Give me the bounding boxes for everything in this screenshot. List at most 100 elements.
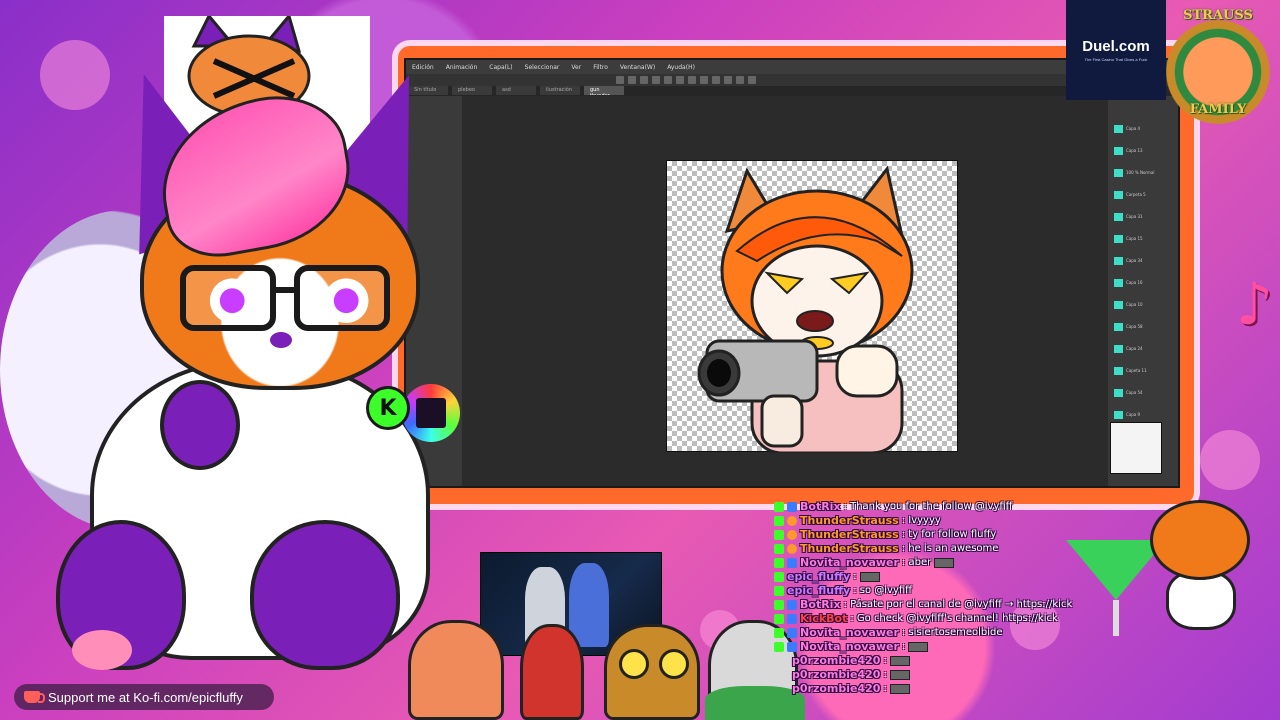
fox-nose — [270, 332, 292, 348]
tool-icon[interactable] — [652, 76, 660, 84]
glasses-lens-right — [294, 265, 390, 331]
badge-bottom-text: FAMILY — [1189, 102, 1247, 117]
kick-badge-icon — [774, 641, 784, 652]
chat-message: p0rzombie420 : — [792, 682, 910, 695]
layer-row[interactable]: 100 % Normal — [1114, 168, 1172, 177]
kick-badge-icon — [774, 571, 784, 582]
menu-item-window[interactable]: Ventana(W) — [620, 64, 655, 71]
chat-emote-icon — [889, 683, 910, 694]
sub-badge-icon — [787, 529, 797, 540]
tool-icon[interactable] — [688, 76, 696, 84]
layer-row[interactable]: Capa 54 — [1114, 388, 1172, 397]
drawing-canvas[interactable] — [666, 160, 958, 455]
sponsor-tagline: The First Casino That Gives a Fuck — [1084, 57, 1148, 62]
chat-username: ThunderStrauss — [800, 514, 899, 527]
chat-message: epic_fluffy : — [774, 570, 880, 583]
layer-name: Capa 16 — [1126, 280, 1143, 285]
layer-thumb — [1114, 366, 1123, 375]
layer-row[interactable]: Capa 16 — [1114, 278, 1172, 287]
fox-arm — [160, 380, 240, 470]
chat-text: : sisiertosemeolbide — [901, 627, 1003, 638]
layer-row[interactable]: Capa 10 — [1114, 300, 1172, 309]
tool-icon[interactable] — [664, 76, 672, 84]
kick-badge-icon — [774, 543, 784, 554]
chat-username: p0rzombie420 — [792, 654, 881, 667]
chat-message: ThunderStrauss : ty for follow fluffy — [774, 528, 996, 541]
chat-text: : — [901, 641, 906, 652]
layer-name: Capa 34 — [1126, 258, 1143, 263]
mod-badge-icon — [787, 501, 797, 512]
menu-item-animation[interactable]: Animación — [446, 64, 478, 71]
chat-message: BotRix : Thank you for the follow @ivyfi… — [774, 500, 1013, 513]
tool-icon[interactable] — [748, 76, 756, 84]
layer-row[interactable]: Carpeta 5 — [1114, 190, 1172, 199]
menu-item-help[interactable]: Ayuda(H) — [667, 64, 695, 71]
tool-icon[interactable] — [724, 76, 732, 84]
stream-overlay: { "drawing_app": { "menu": ["Edición", "… — [0, 0, 1280, 720]
mod-badge-icon — [787, 557, 797, 568]
layer-thumb — [1114, 322, 1123, 331]
layer-name: Capa 10 — [1126, 302, 1143, 307]
tab-document-active[interactable]: gun thunder — [584, 86, 624, 95]
tool-icon[interactable] — [640, 76, 648, 84]
chat-text: : Go check @ivyfiff's channel! https://k… — [850, 613, 1058, 624]
layer-row[interactable]: Capa 58 — [1114, 322, 1172, 331]
layer-thumb — [1114, 212, 1123, 221]
layer-name: Capeta 11 — [1126, 368, 1147, 373]
kick-badge-icon — [774, 529, 784, 540]
kick-badge-icon — [774, 627, 784, 638]
menu-item-select[interactable]: Seleccionar — [525, 64, 560, 71]
tool-icon[interactable] — [712, 76, 720, 84]
kick-badge-icon — [774, 501, 784, 512]
chat-message: p0rzombie420 : — [792, 654, 910, 667]
tab-document[interactable]: ilustración — [540, 86, 580, 95]
chat-text: : aber — [901, 557, 932, 568]
chat-username: Novita_novawer — [800, 640, 899, 653]
layer-thumb — [1114, 344, 1123, 353]
layer-row[interactable]: Capa 34 — [1114, 256, 1172, 265]
layer-row[interactable]: Capa 13 — [1114, 146, 1172, 155]
kick-badge-icon — [774, 557, 784, 568]
chat-message: epic_fluffy : so @ivyfiff — [774, 584, 912, 597]
chat-text: : Thank you for the follow @ivyfiff — [843, 501, 1013, 512]
navigator-thumbnail[interactable] — [1110, 422, 1162, 474]
layer-row[interactable]: Capa 24 — [1114, 344, 1172, 353]
chat-message: ThunderStrauss : Ivyyyy — [774, 514, 941, 527]
chat-username: ThunderStrauss — [800, 542, 899, 555]
tool-icon[interactable] — [676, 76, 684, 84]
layer-row[interactable]: Capeta 11 — [1114, 366, 1172, 375]
kofi-text: Support me at Ko-fi.com/epicfluffy — [48, 689, 243, 705]
layer-name: Capa 15 — [1126, 236, 1143, 241]
mod-badge-icon — [787, 599, 797, 610]
menu-item-edit[interactable]: Edición — [412, 64, 434, 71]
kick-badge-icon — [774, 515, 784, 526]
layer-row[interactable]: Capa 4 — [1114, 124, 1172, 133]
cam-figure-blue — [569, 563, 609, 647]
chat-message: ThunderStrauss : he is an awesome — [774, 542, 998, 555]
menu-item-layer[interactable]: Capa(L) — [489, 64, 512, 71]
chat-text: : so @ivyfiff — [853, 585, 913, 596]
tab-document[interactable]: asd — [496, 86, 536, 95]
tool-icon[interactable] — [700, 76, 708, 84]
menu-item-filter[interactable]: Filtro — [593, 64, 608, 71]
tool-icon[interactable] — [616, 76, 624, 84]
layer-thumb — [1114, 278, 1123, 287]
glasses-lens-left — [180, 265, 276, 331]
layer-row[interactable]: Capa 15 — [1114, 234, 1172, 243]
tool-icon[interactable] — [628, 76, 636, 84]
menu-item-view[interactable]: Ver — [571, 64, 581, 71]
chat-message: Novita_novawer : sisiertosemeolbide — [774, 626, 1003, 639]
kick-badge-icon — [774, 599, 784, 610]
layer-thumb — [1114, 190, 1123, 199]
tool-icon[interactable] — [736, 76, 744, 84]
layer-name: 100 % Normal — [1126, 170, 1155, 175]
badge-top-text: STRAUSS — [1183, 8, 1253, 23]
chat-text: : — [883, 655, 887, 666]
kofi-support-banner[interactable]: Support me at Ko-fi.com/epicfluffy — [14, 684, 274, 710]
chat-text: : ty for follow fluffy — [901, 529, 997, 540]
kick-logo: K — [366, 386, 410, 430]
chat-text: : he is an awesome — [901, 543, 999, 554]
layer-row[interactable]: Capa 9 — [1114, 410, 1172, 419]
chat-emote-icon — [889, 669, 910, 680]
layer-row[interactable]: Capa 31 — [1114, 212, 1172, 221]
